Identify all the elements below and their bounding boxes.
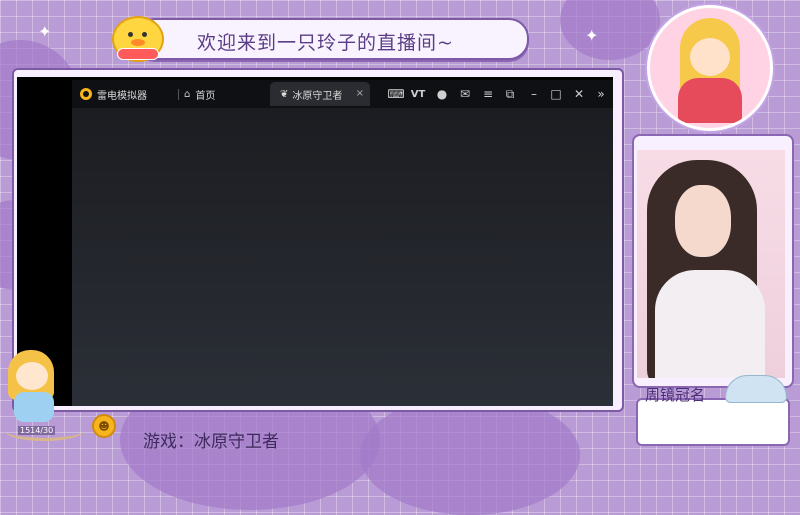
chibi-face	[16, 362, 48, 390]
shark-icon	[725, 375, 787, 403]
bg-blob	[560, 0, 660, 60]
menu-icon[interactable]: ≡	[478, 80, 498, 108]
home-icon: ⌂	[184, 88, 191, 100]
avatar	[647, 5, 773, 131]
sparkle-icon: ✦	[38, 22, 52, 41]
emulator-window: 雷电模拟器 ⌂ 首页 ❦ 冰原守卫者 × ⌨ VT ● ✉ ≡ ⧉ – □ ✕ …	[72, 80, 613, 406]
tab-home[interactable]: ⌂ 首页	[184, 80, 215, 108]
streamer-tag: 周镜冠名	[645, 386, 706, 404]
collapse-icon[interactable]: »	[591, 80, 611, 108]
game-tab-icon: ❦	[280, 88, 289, 100]
game-badge-icon: ☻	[92, 414, 116, 438]
maximize-icon[interactable]: □	[546, 80, 566, 108]
capture-screen: 雷电模拟器 ⌂ 首页 ❦ 冰原守卫者 × ⌨ VT ● ✉ ≡ ⧉ – □ ✕ …	[17, 77, 613, 406]
stream-title: 欢迎来到一只玲子的直播间~	[197, 32, 454, 54]
chibi-body	[14, 392, 54, 422]
title-banner: 欢迎来到一只玲子的直播间~	[135, 18, 529, 60]
tab-divider	[178, 89, 179, 100]
vt-icon[interactable]: VT	[408, 80, 428, 108]
bg-blob	[360, 395, 580, 515]
app-logo-icon	[80, 88, 92, 100]
gamepad-icon[interactable]: ⌨	[386, 80, 406, 108]
mail-icon[interactable]: ✉	[455, 80, 475, 108]
user-icon[interactable]: ●	[432, 80, 452, 108]
name-tag-box	[636, 398, 790, 446]
webcam-feed	[637, 150, 785, 378]
duck-mascot-icon	[112, 16, 164, 62]
app-title[interactable]: 雷电模拟器	[80, 80, 147, 108]
tab-game-label: 冰原守卫者	[292, 90, 343, 102]
tab-game[interactable]: ❦ 冰原守卫者 ×	[270, 82, 370, 106]
resize-icon[interactable]: ⧉	[500, 80, 520, 108]
emulator-titlebar: 雷电模拟器 ⌂ 首页 ❦ 冰原守卫者 × ⌨ VT ● ✉ ≡ ⧉ – □ ✕ …	[72, 80, 613, 108]
tab-close-icon[interactable]: ×	[356, 88, 364, 99]
tab-home-label: 首页	[195, 90, 216, 102]
viewer-counter: 1514/30	[18, 426, 56, 435]
game-label: 游戏：冰原守卫者	[143, 432, 279, 452]
close-icon[interactable]: ✕	[569, 80, 589, 108]
minimize-icon[interactable]: –	[524, 80, 544, 108]
app-name: 雷电模拟器	[97, 90, 147, 102]
sparkle-icon: ✦	[585, 26, 599, 45]
